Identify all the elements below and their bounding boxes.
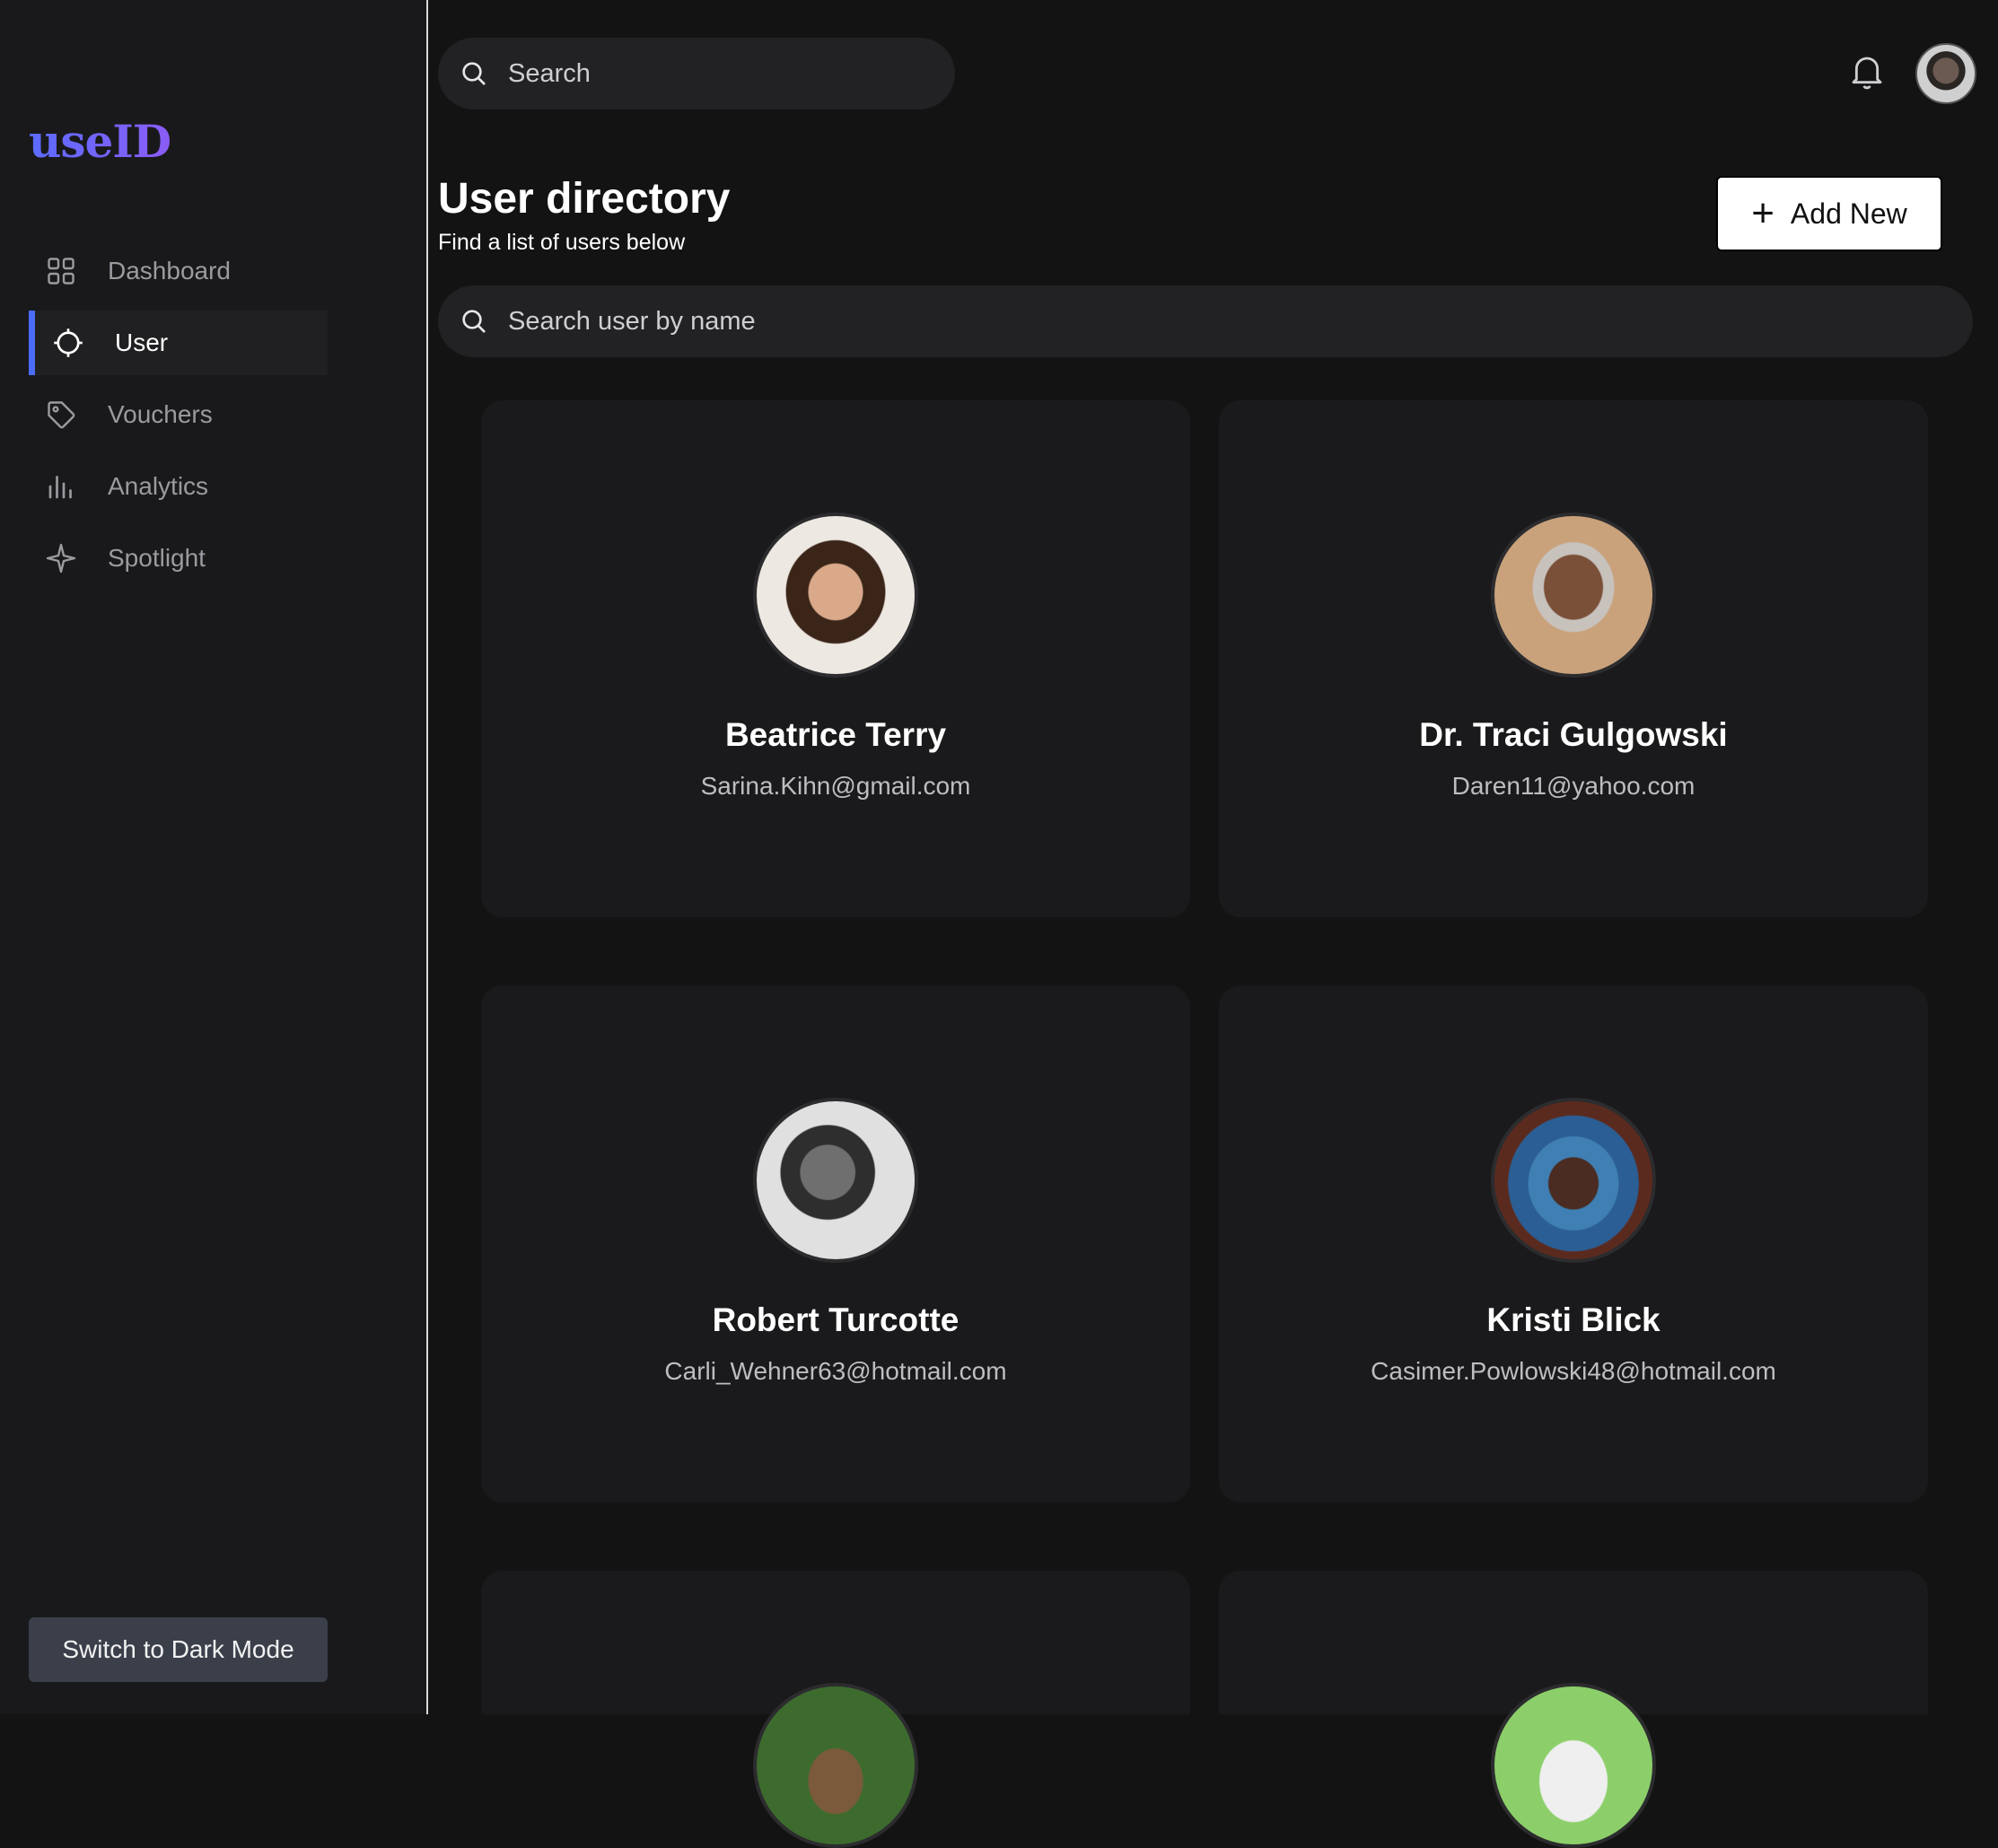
user-avatar bbox=[1491, 1098, 1656, 1263]
user-name: Kristi Blick bbox=[1486, 1301, 1661, 1338]
user-avatar bbox=[753, 512, 918, 678]
bar-chart-icon bbox=[43, 469, 79, 504]
avatar[interactable] bbox=[1915, 43, 1976, 104]
switch-mode-button[interactable]: Switch to Dark Mode bbox=[29, 1617, 328, 1682]
user-card[interactable]: Kristi Blick Casimer.Powlowski48@hotmail… bbox=[1219, 985, 1928, 1502]
plus-icon: + bbox=[1751, 191, 1775, 235]
user-card[interactable]: Robert Turcotte Carli_Wehner63@hotmail.c… bbox=[481, 985, 1190, 1502]
sidebar-nav: Dashboard User Vouchers Analytics Spotli… bbox=[29, 239, 328, 598]
sparkle-icon bbox=[43, 540, 79, 576]
user-name: Dr. Traci Gulgowski bbox=[1419, 716, 1728, 753]
grid-icon bbox=[43, 253, 79, 289]
sidebar-item-spotlight[interactable]: Spotlight bbox=[29, 526, 328, 591]
user-avatar bbox=[1491, 512, 1656, 678]
user-card[interactable]: Dr. Traci Gulgowski Daren11@yahoo.com bbox=[1219, 400, 1928, 917]
user-avatar bbox=[753, 1098, 918, 1263]
user-email: Carli_Wehner63@hotmail.com bbox=[664, 1357, 1007, 1385]
user-email: Daren11@yahoo.com bbox=[1451, 772, 1696, 800]
page-subtitle: Find a list of users below bbox=[438, 230, 686, 255]
bell-icon[interactable] bbox=[1849, 52, 1885, 92]
user-avatar bbox=[753, 1683, 918, 1848]
user-email: Sarina.Kihn@gmail.com bbox=[700, 772, 971, 800]
crosshair-icon bbox=[50, 325, 86, 361]
sidebar-item-dashboard[interactable]: Dashboard bbox=[29, 239, 328, 303]
page-title: User directory bbox=[438, 175, 731, 223]
user-avatar bbox=[1491, 1683, 1656, 1848]
sidebar: useID Dashboard User Vouchers Analytics … bbox=[0, 0, 428, 1714]
add-new-button[interactable]: + Add New bbox=[1716, 176, 1942, 251]
global-search[interactable] bbox=[438, 38, 955, 109]
user-card[interactable] bbox=[481, 1571, 1190, 1848]
sidebar-item-label: Spotlight bbox=[108, 544, 206, 572]
user-search-input[interactable] bbox=[506, 305, 1738, 337]
user-name: Beatrice Terry bbox=[724, 716, 947, 753]
search-icon bbox=[460, 307, 488, 336]
search-icon bbox=[460, 59, 488, 88]
user-name: Robert Turcotte bbox=[712, 1301, 960, 1338]
sidebar-item-user[interactable]: User bbox=[29, 311, 328, 375]
user-search[interactable] bbox=[438, 285, 1973, 357]
app-logo[interactable]: useID bbox=[29, 115, 171, 168]
add-new-label: Add New bbox=[1790, 197, 1907, 230]
sidebar-item-label: Analytics bbox=[108, 472, 209, 500]
sidebar-item-analytics[interactable]: Analytics bbox=[29, 454, 328, 519]
user-card[interactable]: Beatrice Terry Sarina.Kihn@gmail.com bbox=[481, 400, 1190, 917]
user-email: Casimer.Powlowski48@hotmail.com bbox=[1371, 1357, 1776, 1385]
tag-icon bbox=[43, 397, 79, 433]
sidebar-item-label: User bbox=[115, 328, 169, 356]
search-input[interactable] bbox=[506, 57, 924, 90]
user-card[interactable] bbox=[1219, 1571, 1928, 1848]
sidebar-item-label: Dashboard bbox=[108, 257, 231, 285]
sidebar-item-vouchers[interactable]: Vouchers bbox=[29, 382, 328, 447]
sidebar-item-label: Vouchers bbox=[108, 400, 213, 428]
